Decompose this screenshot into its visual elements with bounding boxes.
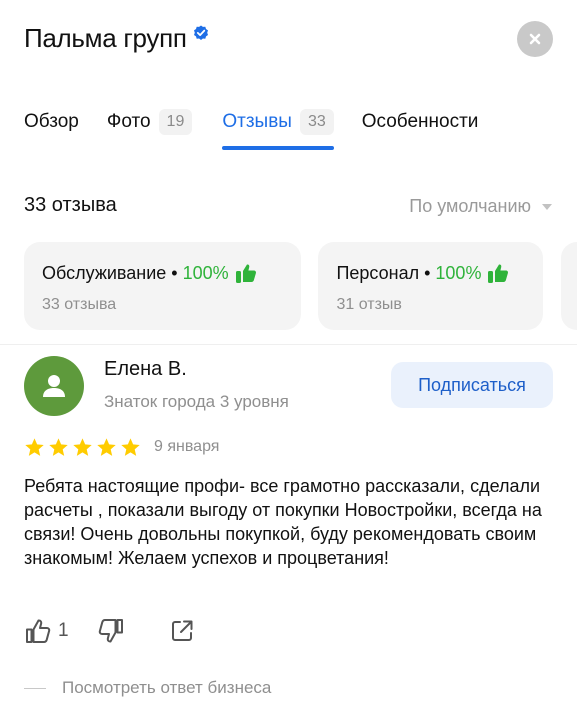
- aspect-title: Обслуживание • 100%: [42, 262, 283, 284]
- star-icon: [97, 437, 116, 456]
- share-icon: [171, 620, 193, 641]
- aspect-name: Персонал: [336, 262, 420, 283]
- dislike-button[interactable]: [97, 617, 125, 645]
- author-level: Знаток города 3 уровня: [104, 392, 289, 411]
- reviews-summary: 33 отзыва По умолчанию: [24, 192, 553, 222]
- tab-features[interactable]: Особенности: [362, 104, 479, 140]
- close-icon: [529, 33, 541, 45]
- thumbs-up-icon: [488, 264, 509, 283]
- star-icon: [121, 437, 140, 456]
- tab-photos[interactable]: Фото 19: [106, 104, 193, 140]
- caret-down-icon: [542, 203, 552, 210]
- review-author[interactable]: Елена В.: [104, 358, 187, 381]
- like-button[interactable]: 1: [24, 617, 69, 645]
- tab-label: Фото: [106, 111, 151, 132]
- separator-dot: •: [171, 262, 178, 283]
- tab-count-badge: 19: [158, 109, 193, 135]
- thumbs-up-outline-icon: [26, 619, 51, 643]
- sort-label: По умолчанию: [409, 196, 531, 216]
- aspect-sub: 31 отзыв: [336, 296, 402, 313]
- business-reply-toggle[interactable]: Посмотреть ответ бизнеса: [24, 678, 271, 698]
- header: Пальма групп: [24, 20, 553, 60]
- review-card: Елена В. Знаток города 3 уровня Подписат…: [24, 354, 553, 710]
- close-button[interactable]: [517, 21, 553, 57]
- tab-count-badge: 33: [299, 109, 334, 135]
- aspect-name: Обслуживание: [42, 262, 167, 283]
- user-icon: [43, 375, 65, 397]
- aspect-percent: 100%: [435, 262, 482, 283]
- tab-label: Особенности: [361, 111, 479, 132]
- separator-dot: •: [424, 262, 431, 283]
- star-icon: [25, 437, 44, 456]
- aspects-carousel: Обслуживание • 100% 33 отзыва Персонал •…: [24, 242, 577, 332]
- subscribe-button[interactable]: Подписаться: [391, 362, 553, 408]
- thumbs-up-icon: [235, 264, 256, 283]
- aspect-percent: 100%: [182, 262, 229, 283]
- aspect-card-service[interactable]: Обслуживание • 100% 33 отзыва: [24, 242, 301, 330]
- review-actions: 1: [24, 616, 195, 646]
- review-text: Ребята настоящие профи- все грамотно рас…: [24, 476, 542, 568]
- tab-label: Отзывы: [222, 111, 292, 132]
- share-button[interactable]: [169, 618, 195, 644]
- avatar[interactable]: [24, 356, 84, 416]
- tab-overview[interactable]: Обзор: [24, 104, 79, 140]
- sort-dropdown[interactable]: По умолчанию: [409, 196, 553, 217]
- business-name: Пальма групп: [24, 23, 187, 53]
- aspect-sub: 33 отзыва: [42, 296, 117, 313]
- like-count: 1: [58, 620, 69, 641]
- tab-reviews[interactable]: Отзывы 33: [222, 104, 335, 150]
- aspect-title: Персонал • 100%: [336, 262, 525, 284]
- tab-bar: Обзор Фото 19 Отзывы 33 Особенности: [24, 104, 577, 152]
- thumbs-down-outline-icon: [98, 619, 123, 643]
- star-icon: [73, 437, 92, 456]
- verified-check-icon: [193, 25, 208, 40]
- page-title: Пальма групп: [24, 20, 209, 56]
- tab-label: Обзор: [24, 111, 79, 132]
- reviews-count: 33 отзыва: [24, 194, 117, 216]
- star-icon: [49, 437, 68, 456]
- dash-divider: [24, 687, 46, 689]
- review-date: 9 января: [154, 438, 220, 455]
- rating-row: 9 января: [24, 436, 219, 458]
- star-rating: [24, 437, 144, 458]
- aspect-card-partial[interactable]: Б 8: [560, 242, 577, 330]
- divider: [0, 344, 577, 345]
- business-reply-label: Посмотреть ответ бизнеса: [62, 678, 272, 697]
- aspect-card-staff[interactable]: Персонал • 100% 31 отзыв: [318, 242, 544, 330]
